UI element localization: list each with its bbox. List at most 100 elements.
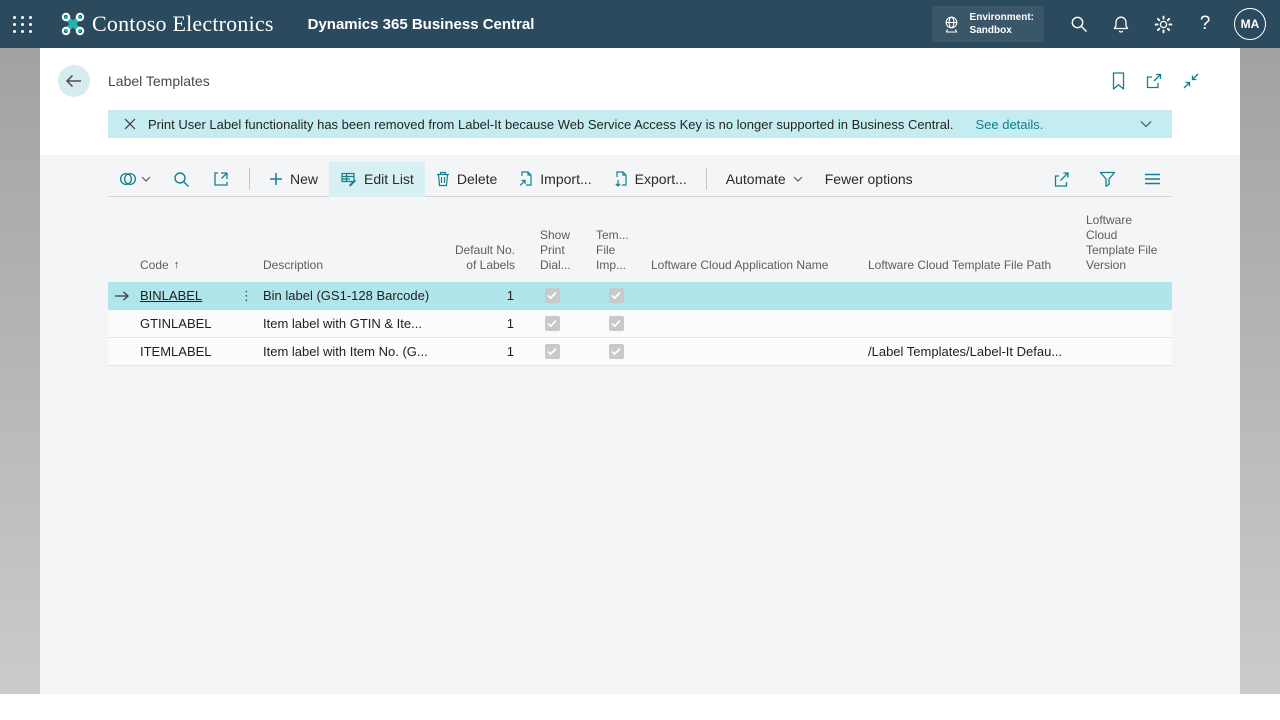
- default-no-of-labels-cell[interactable]: 1: [450, 282, 516, 309]
- search-button[interactable]: [1058, 0, 1100, 48]
- column-header-template-file-version[interactable]: Loftware Cloud Template File Version: [1076, 213, 1172, 282]
- trash-icon: [436, 171, 450, 187]
- chevron-down-icon: [1140, 120, 1152, 128]
- automate-button[interactable]: Automate: [715, 162, 814, 197]
- column-header-options: [233, 273, 260, 282]
- vertical-ellipsis-icon: ⋮: [240, 289, 253, 302]
- brand[interactable]: Contoso Electronics: [60, 11, 274, 37]
- share-icon: [1053, 171, 1071, 188]
- column-header-template-file-path[interactable]: Loftware Cloud Template File Path: [860, 258, 1076, 282]
- description-cell[interactable]: Item label with GTIN & Ite...: [260, 310, 450, 337]
- bottom-strip: [0, 694, 1280, 720]
- chevron-down-icon: [793, 176, 803, 182]
- filter-button[interactable]: [1093, 167, 1122, 192]
- gear-icon: [1154, 15, 1173, 34]
- plus-icon: [269, 172, 283, 186]
- column-header-show-print-dialog[interactable]: Show Print Dial...: [516, 228, 588, 282]
- row-selector-arrow: [108, 282, 136, 309]
- bookmark-button[interactable]: [1109, 70, 1128, 92]
- contoso-logo-icon: [60, 11, 86, 37]
- code-cell[interactable]: ITEMLABEL: [136, 338, 233, 365]
- template-file-imported-cell: [588, 338, 644, 365]
- code-cell[interactable]: BINLABEL: [136, 282, 233, 309]
- code-cell[interactable]: GTINLABEL: [136, 310, 233, 337]
- notification-close-button[interactable]: [122, 116, 138, 132]
- column-header-default-no-of-labels[interactable]: Default No. of Labels: [450, 243, 516, 282]
- import-button[interactable]: Import...: [508, 162, 602, 197]
- list-icon: [1144, 172, 1161, 186]
- app-launcher-button[interactable]: [0, 0, 46, 48]
- list-options-button[interactable]: [1138, 167, 1167, 192]
- application-name-cell[interactable]: [644, 310, 860, 337]
- bookmark-icon: [1111, 72, 1126, 90]
- list-panel: New Edit List Delete: [40, 155, 1240, 694]
- template-file-version-cell[interactable]: [1076, 338, 1172, 365]
- views-button[interactable]: [113, 167, 157, 191]
- table-header-row: Code ↑ Description Default No. of Labels…: [108, 197, 1172, 282]
- column-header-template-file-imported[interactable]: Tem... File Imp...: [588, 228, 644, 282]
- template-file-path-cell[interactable]: [860, 310, 1076, 337]
- back-arrow-icon: [65, 74, 83, 88]
- show-print-dialog-cell: [516, 310, 588, 337]
- template-file-path-cell[interactable]: /Label Templates/Label-It Defau...: [860, 338, 1076, 365]
- bell-icon: [1112, 15, 1130, 33]
- column-header-code[interactable]: Code ↑: [136, 258, 233, 282]
- collapse-button[interactable]: [1180, 70, 1202, 92]
- export-doc-icon: [614, 171, 628, 187]
- page-header-actions: [1109, 70, 1202, 92]
- export-button[interactable]: Export...: [603, 162, 698, 197]
- template-file-version-cell[interactable]: [1076, 310, 1172, 337]
- sort-ascending-icon: ↑: [174, 258, 180, 273]
- filter-funnel-icon: [1099, 171, 1116, 187]
- checkbox-check-icon: [611, 319, 621, 328]
- open-in-new-window-icon: [1145, 72, 1163, 90]
- column-header-application-name[interactable]: Loftware Cloud Application Name: [644, 258, 860, 282]
- table-row[interactable]: GTINLABEL Item label with GTIN & Ite...1: [108, 310, 1172, 338]
- row-selector-arrow: [108, 338, 136, 365]
- notification-message: Print User Label functionality has been …: [148, 117, 953, 132]
- design-button[interactable]: [206, 166, 236, 192]
- checkbox-checked: [609, 344, 624, 359]
- template-file-version-cell[interactable]: [1076, 282, 1172, 309]
- views-icon: [119, 171, 139, 187]
- settings-button[interactable]: [1142, 0, 1184, 48]
- open-in-new-window-button[interactable]: [1143, 70, 1165, 92]
- description-cell[interactable]: Item label with Item No. (G...: [260, 338, 450, 365]
- page-title: Label Templates: [108, 73, 210, 89]
- back-button[interactable]: [58, 65, 90, 97]
- search-list-button[interactable]: [167, 167, 196, 192]
- workspace: Label Templates: [0, 48, 1280, 694]
- notifications-button[interactable]: [1100, 0, 1142, 48]
- share-button[interactable]: [1047, 167, 1077, 192]
- application-name-cell[interactable]: [644, 338, 860, 365]
- help-button[interactable]: ?: [1184, 0, 1226, 48]
- column-header-description[interactable]: Description: [260, 258, 450, 282]
- user-avatar[interactable]: MA: [1234, 8, 1266, 40]
- edit-list-button[interactable]: Edit List: [329, 162, 425, 197]
- new-button[interactable]: New: [258, 162, 329, 197]
- checkbox-checked: [545, 316, 560, 331]
- show-print-dialog-cell: [516, 282, 588, 309]
- fewer-options-button[interactable]: Fewer options: [814, 162, 924, 197]
- design-icon: [212, 170, 230, 188]
- checkbox-check-icon: [547, 347, 557, 356]
- notification-expand-button[interactable]: [1138, 118, 1154, 130]
- top-navigation-bar: Contoso Electronics Dynamics 365 Busines…: [0, 0, 1280, 48]
- environment-badge[interactable]: Environment: Sandbox: [932, 6, 1044, 42]
- table-row[interactable]: BINLABEL ⋮ Bin label (GS1-128 Barcode)1: [108, 282, 1172, 310]
- default-no-of-labels-cell[interactable]: 1: [450, 310, 516, 337]
- checkbox-check-icon: [547, 319, 557, 328]
- see-details-link[interactable]: See details.: [975, 117, 1043, 132]
- application-name-cell[interactable]: [644, 282, 860, 309]
- row-more-options: [233, 338, 260, 365]
- description-cell[interactable]: Bin label (GS1-128 Barcode): [260, 282, 450, 309]
- table-row[interactable]: ITEMLABEL Item label with Item No. (G...1…: [108, 338, 1172, 366]
- edit-list-icon: [340, 171, 357, 187]
- checkbox-checked: [609, 288, 624, 303]
- template-file-imported-cell: [588, 310, 644, 337]
- default-no-of-labels-cell[interactable]: 1: [450, 338, 516, 365]
- toolbar-divider: [706, 168, 707, 190]
- delete-button[interactable]: Delete: [425, 162, 508, 197]
- template-file-path-cell[interactable]: [860, 282, 1076, 309]
- row-more-options[interactable]: ⋮: [233, 282, 260, 309]
